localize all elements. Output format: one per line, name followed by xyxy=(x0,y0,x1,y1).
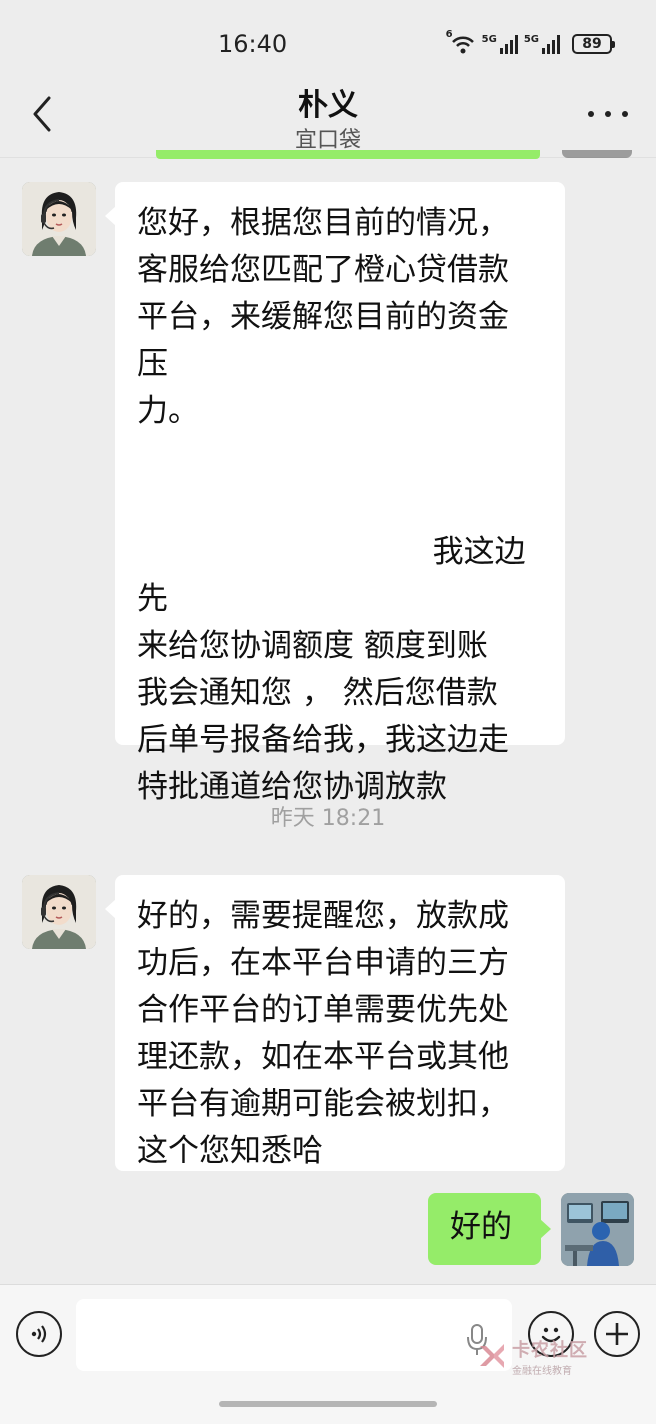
agent-avatar-icon xyxy=(22,875,96,949)
previous-message-edge xyxy=(156,150,540,159)
agent-avatar-icon xyxy=(22,182,96,256)
contact-avatar[interactable] xyxy=(22,875,96,949)
status-time: 16:40 xyxy=(218,30,288,58)
more-dot-icon xyxy=(622,111,628,117)
more-dot-icon xyxy=(588,111,594,117)
more-options-button[interactable] xyxy=(588,102,628,126)
previous-avatar-edge xyxy=(562,150,632,158)
wifi-icon: 6 xyxy=(446,29,476,55)
home-indicator[interactable] xyxy=(219,1401,437,1407)
user-avatar-icon xyxy=(561,1193,634,1266)
message-bubble-received[interactable]: 您好，根据您目前的情况， 客服给您匹配了橙心贷借款 平台，来缓解您目前的资金 压… xyxy=(105,182,565,805)
watermark-subtext: 金融在线教育 xyxy=(512,1365,572,1377)
network-label-1: 5G xyxy=(481,34,497,45)
network-label-2: 5G xyxy=(523,34,539,45)
watermark-text: 卡农社区 xyxy=(512,1339,588,1361)
status-bar: 16:40 6 5G 5G 89 xyxy=(0,0,656,80)
battery-icon: 89 xyxy=(572,34,615,54)
signal-icon-2: 5G xyxy=(524,34,560,54)
signal-icon-1: 5G xyxy=(482,34,518,54)
watermark: 卡农社区 金融在线教育 xyxy=(476,1336,626,1377)
chat-header: 朴义 宜口袋 xyxy=(0,72,656,158)
watermark-logo-icon xyxy=(480,1344,504,1368)
message-input[interactable] xyxy=(76,1299,512,1371)
chat-title: 朴义 xyxy=(298,88,358,123)
more-dot-icon xyxy=(605,111,611,117)
message-bubble-sent[interactable]: 好的 xyxy=(428,1193,551,1265)
user-avatar[interactable] xyxy=(561,1193,634,1266)
contact-avatar[interactable] xyxy=(22,182,96,256)
voice-icon xyxy=(31,1325,47,1343)
message-bubble-received[interactable]: 好的，需要提醒您，放款成 功后，在本平台申请的三方 合作平台的订单需要优先处 理… xyxy=(105,875,565,1171)
message-timestamp: 昨天 18:21 xyxy=(270,806,386,831)
status-icons: 6 5G 5G 89 xyxy=(446,29,615,58)
voice-input-button[interactable] xyxy=(16,1311,62,1357)
